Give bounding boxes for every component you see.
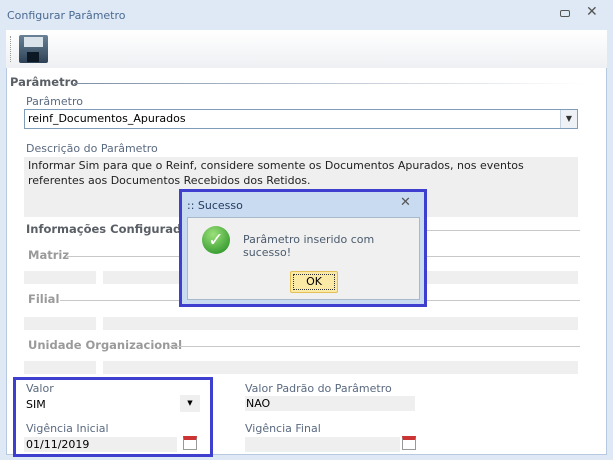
vigencia-final-field[interactable] — [245, 437, 400, 452]
window-title: Configurar Parâmetro — [7, 9, 126, 22]
matriz-code-field[interactable] — [24, 271, 96, 284]
section-parametro-title: Parâmetro — [10, 75, 79, 89]
valor-padrao-label: Valor Padrão do Parâmetro — [245, 382, 392, 395]
success-dialog: :: Sucesso ✕ ✓ Parâmetro inserido com su… — [179, 189, 427, 307]
matriz-label: Matriz — [28, 248, 70, 262]
close-icon[interactable]: ✕ — [400, 195, 411, 210]
unidade-label: Unidade Organizacional — [28, 338, 183, 352]
vigencia-final-label: Vigência Final — [245, 422, 321, 435]
parametro-value: reinf_Documentos_Apurados — [28, 112, 186, 125]
calendar-icon[interactable] — [183, 436, 197, 450]
filial-code-field[interactable] — [24, 317, 96, 330]
close-icon[interactable]: ✕ — [586, 4, 598, 20]
vigencia-inicial-label: Vigência Inicial — [26, 422, 109, 435]
toolbar — [6, 30, 607, 68]
unidade-name-field[interactable] — [103, 361, 578, 374]
unidade-code-field[interactable] — [24, 361, 96, 374]
vigencia-inicial-field[interactable]: 01/11/2019 — [24, 437, 177, 452]
toolbar-grip[interactable] — [10, 36, 11, 62]
dialog-title: :: Sucesso — [187, 199, 243, 212]
divider — [170, 346, 580, 347]
valor-select[interactable]: SIM — [26, 398, 46, 411]
parametro-label: Parâmetro — [26, 95, 83, 108]
floppy-save-icon[interactable] — [19, 35, 48, 63]
chevron-down-icon[interactable]: ▼ — [560, 110, 577, 128]
filial-name-field[interactable] — [103, 317, 578, 330]
chevron-down-icon[interactable]: ▼ — [180, 395, 200, 412]
valor-padrao-field: NAO — [245, 396, 415, 411]
divider — [74, 83, 584, 84]
parametro-combo[interactable]: reinf_Documentos_Apurados ▼ — [24, 109, 578, 129]
filial-label: Filial — [28, 292, 60, 306]
descricao-label: Descrição do Parâmetro — [26, 142, 158, 155]
calendar-icon[interactable] — [402, 436, 416, 450]
minimize-icon[interactable] — [560, 10, 570, 17]
checkmark-success-icon: ✓ — [202, 226, 230, 254]
section-info-title: Informações Configuradas — [26, 222, 196, 236]
valor-label: Valor — [26, 382, 54, 395]
ok-button[interactable]: OK — [290, 271, 338, 293]
dialog-message: Parâmetro inserido com sucesso! — [243, 233, 375, 259]
